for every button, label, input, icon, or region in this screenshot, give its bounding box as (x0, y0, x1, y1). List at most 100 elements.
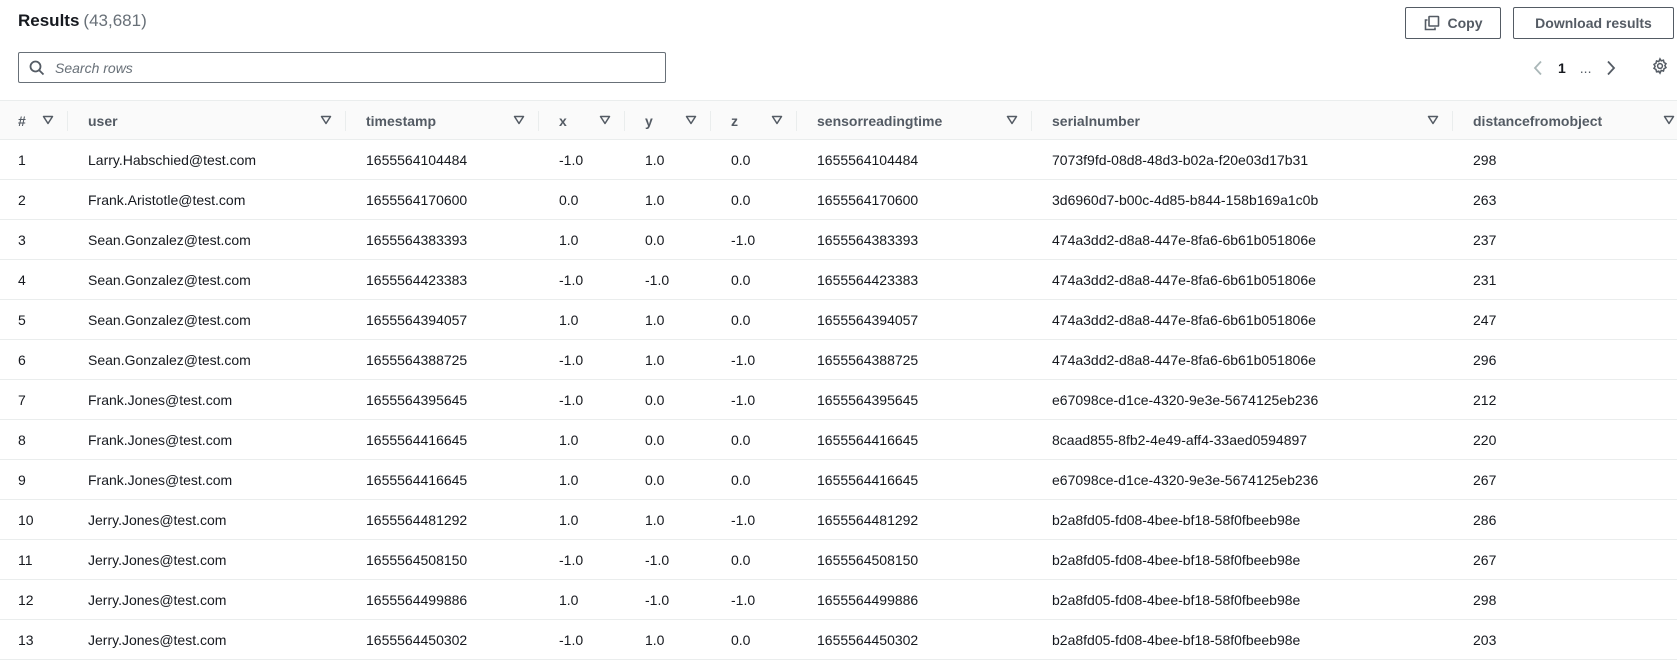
column-header-index[interactable]: # (0, 101, 68, 141)
cell-serialnumber: b2a8fd05-fd08-4bee-bf18-58f0fbeeb98e (1052, 511, 1301, 528)
cell-timestamp: 1655564388725 (366, 351, 468, 368)
column-header-sensorreadingtime[interactable]: sensorreadingtime (797, 101, 1032, 141)
cell-index: 13 (18, 631, 34, 648)
cell-z: -1.0 (731, 231, 756, 248)
cell-x: -1.0 (559, 271, 584, 288)
gear-icon[interactable] (1651, 57, 1669, 75)
next-page-icon[interactable] (1601, 60, 1621, 76)
download-button-label: Download results (1535, 15, 1652, 31)
cell-distancefromobject: 237 (1473, 231, 1497, 248)
cell-sensorreadingtime: 1655564450302 (817, 631, 919, 648)
sort-icon[interactable] (1006, 114, 1018, 126)
table-row[interactable]: 6 Sean.Gonzalez@test.com 1655564388725 -1.0… (0, 340, 1677, 380)
previous-page-icon[interactable] (1528, 60, 1548, 76)
cell-z: -1.0 (731, 591, 756, 608)
column-header-label: timestamp (366, 113, 437, 129)
cell-index: 7 (18, 391, 26, 408)
cell-z: 0.0 (731, 551, 751, 568)
cell-timestamp: 1655564416645 (366, 431, 468, 448)
cell-y: 1.0 (645, 351, 665, 368)
sort-icon[interactable] (685, 114, 697, 126)
cell-serialnumber: b2a8fd05-fd08-4bee-bf18-58f0fbeeb98e (1052, 591, 1301, 608)
table-row[interactable]: 4 Sean.Gonzalez@test.com 1655564423383 -1.0… (0, 260, 1677, 300)
column-header-distancefromobject[interactable]: distancefromobject (1453, 101, 1677, 141)
table-row[interactable]: 10 Jerry.Jones@test.com 1655564481292 1.0 1.… (0, 500, 1677, 540)
sort-icon[interactable] (771, 114, 783, 126)
column-header-z[interactable]: z (711, 101, 797, 141)
cell-index: 6 (18, 351, 26, 368)
cell-y: 1.0 (645, 151, 665, 168)
table-row[interactable]: 12 Jerry.Jones@test.com 1655564499886 1.0 -1… (0, 580, 1677, 620)
cell-distancefromobject: 212 (1473, 391, 1497, 408)
results-title: Results (18, 11, 80, 30)
cell-z: 0.0 (731, 271, 751, 288)
cell-y: -1.0 (645, 271, 670, 288)
sort-icon[interactable] (513, 114, 525, 126)
cell-serialnumber: 7073f9fd-08d8-48d3-b02a-f20e03d17b31 (1052, 151, 1309, 168)
cell-index: 12 (18, 591, 34, 608)
cell-x: -1.0 (559, 551, 584, 568)
table-row[interactable]: 13 Jerry.Jones@test.com 1655564450302 -1.0 1… (0, 620, 1677, 660)
table-row[interactable]: 3 Sean.Gonzalez@test.com 1655564383393 1.0 0… (0, 220, 1677, 260)
column-header-label: # (18, 113, 26, 129)
cell-y: -1.0 (645, 591, 670, 608)
cell-timestamp: 1655564423383 (366, 271, 468, 288)
cell-distancefromobject: 247 (1473, 311, 1497, 328)
cell-x: 1.0 (559, 471, 579, 488)
cell-timestamp: 1655564481292 (366, 511, 468, 528)
column-header-x[interactable]: x (539, 101, 625, 141)
table-row[interactable]: 11 Jerry.Jones@test.com 1655564508150 -1.0 -… (0, 540, 1677, 580)
cell-index: 5 (18, 311, 26, 328)
cell-user: Frank.Jones@test.com (88, 431, 233, 448)
cell-user: Sean.Gonzalez@test.com (88, 351, 251, 368)
sort-icon[interactable] (42, 114, 54, 126)
cell-serialnumber: 474a3dd2-d8a8-447e-8fa6-6b61b051806e (1052, 231, 1316, 248)
cell-sensorreadingtime: 1655564423383 (817, 271, 919, 288)
table-row[interactable]: 9 Frank.Jones@test.com 1655564416645 1.0 0.0… (0, 460, 1677, 500)
cell-timestamp: 1655564450302 (366, 631, 468, 648)
results-count: (43,681) (83, 11, 147, 30)
cell-user: Sean.Gonzalez@test.com (88, 271, 251, 288)
table-header: # user timestamp x y z sensorreadingtime serial… (0, 100, 1677, 140)
cell-serialnumber: 3d6960d7-b00c-4d85-b844-158b169a1c0b (1052, 191, 1319, 208)
cell-index: 9 (18, 471, 26, 488)
cell-user: Jerry.Jones@test.com (88, 631, 227, 648)
column-header-serialnumber[interactable]: serialnumber (1032, 101, 1453, 141)
cell-z: -1.0 (731, 511, 756, 528)
search-input[interactable] (53, 58, 647, 77)
column-header-y[interactable]: y (625, 101, 711, 141)
table-row[interactable]: 5 Sean.Gonzalez@test.com 1655564394057 1.0 1… (0, 300, 1677, 340)
cell-z: -1.0 (731, 391, 756, 408)
download-results-button[interactable]: Download results (1513, 7, 1674, 39)
cell-x: 1.0 (559, 311, 579, 328)
sort-icon[interactable] (320, 114, 332, 126)
cell-user: Frank.Jones@test.com (88, 471, 233, 488)
sort-icon[interactable] (1663, 114, 1675, 126)
cell-x: 1.0 (559, 511, 579, 528)
cell-distancefromobject: 286 (1473, 511, 1497, 528)
sort-icon[interactable] (599, 114, 611, 126)
cell-user: Frank.Jones@test.com (88, 391, 233, 408)
cell-user: Jerry.Jones@test.com (88, 511, 227, 528)
cell-x: 1.0 (559, 591, 579, 608)
cell-sensorreadingtime: 1655564481292 (817, 511, 919, 528)
column-header-label: z (731, 113, 738, 129)
cell-serialnumber: b2a8fd05-fd08-4bee-bf18-58f0fbeeb98e (1052, 551, 1301, 568)
column-header-timestamp[interactable]: timestamp (346, 101, 539, 141)
table-row[interactable]: 7 Frank.Jones@test.com 1655564395645 -1.0 0.… (0, 380, 1677, 420)
cell-distancefromobject: 263 (1473, 191, 1497, 208)
cell-serialnumber: e67098ce-d1ce-4320-9e3e-5674125eb236 (1052, 391, 1319, 408)
table-row[interactable]: 1 Larry.Habschied@test.com 1655564104484 -1… (0, 140, 1677, 180)
cell-x: -1.0 (559, 351, 584, 368)
search-rows-field[interactable] (18, 52, 666, 83)
copy-button[interactable]: Copy (1405, 7, 1501, 39)
cell-distancefromobject: 203 (1473, 631, 1497, 648)
table-row[interactable]: 2 Frank.Aristotle@test.com 1655564170600 0.… (0, 180, 1677, 220)
cell-sensorreadingtime: 1655564416645 (817, 471, 919, 488)
page-1-button[interactable]: 1 (1558, 60, 1566, 76)
table-row[interactable]: 8 Frank.Jones@test.com 1655564416645 1.0 0.0… (0, 420, 1677, 460)
column-header-user[interactable]: user (68, 101, 346, 141)
sort-icon[interactable] (1427, 114, 1439, 126)
cell-y: 0.0 (645, 391, 665, 408)
cell-user: Larry.Habschied@test.com (88, 151, 257, 168)
